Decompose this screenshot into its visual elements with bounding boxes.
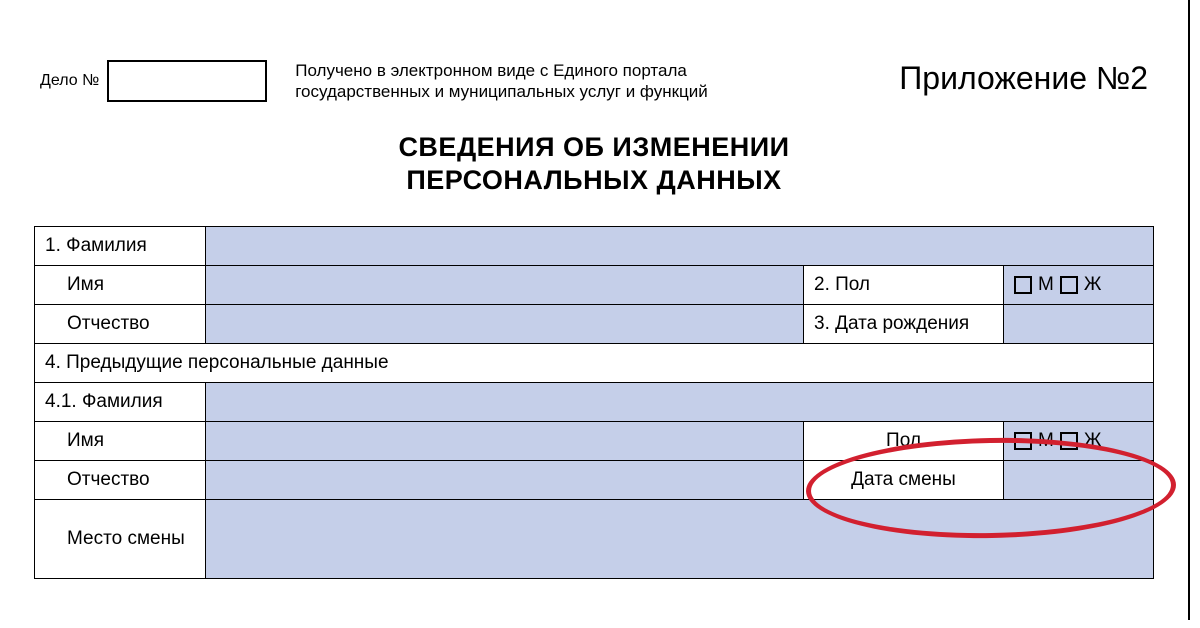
case-number-input[interactable] [107,60,267,102]
received-note: Получено в электронном виде с Единого по… [295,60,715,103]
field-change-date[interactable] [1003,461,1153,499]
prev-gender-f-label: Ж [1084,430,1102,452]
label-patronymic: Отчество [35,305,205,343]
label-previous-data: 4. Предыдущие персональные данные [35,344,1153,382]
form-table: 1. Фамилия Имя 2. Пол М Ж Отчество 3. Да… [34,226,1154,579]
row-surname: 1. Фамилия [35,227,1153,265]
header: Дело № Получено в электронном виде с Еди… [0,0,1188,103]
label-prev-patronymic: Отчество [35,461,205,499]
field-prev-surname[interactable] [205,383,1153,421]
title-line-2: ПЕРСОНАЛЬНЫХ ДАННЫХ [0,164,1188,198]
label-gender: 2. Пол [803,266,1003,304]
field-patronymic[interactable] [205,305,803,343]
row-prev-surname: 4.1. Фамилия [35,382,1153,421]
label-surname: 1. Фамилия [35,227,205,265]
case-number-group: Дело № [40,60,267,102]
document-page: Дело № Получено в электронном виде с Еди… [0,0,1190,620]
label-dob: 3. Дата рождения [803,305,1003,343]
case-number-label: Дело № [40,72,99,90]
row-previous-header: 4. Предыдущие персональные данные [35,343,1153,382]
label-change-date: Дата смены [803,461,1003,499]
prev-gender-m-label: М [1038,430,1054,452]
label-name: Имя [35,266,205,304]
field-prev-name[interactable] [205,422,803,460]
checkbox-prev-male[interactable] [1014,432,1032,450]
gender-f-label: Ж [1084,274,1102,296]
label-prev-surname: 4.1. Фамилия [35,383,205,421]
field-gender: М Ж [1003,266,1153,304]
row-prev-patronymic: Отчество Дата смены [35,460,1153,499]
field-prev-gender: М Ж [1003,422,1153,460]
field-surname[interactable] [205,227,1153,265]
gender-m-label: М [1038,274,1054,296]
field-name[interactable] [205,266,803,304]
document-title: СВЕДЕНИЯ ОБ ИЗМЕНЕНИИ ПЕРСОНАЛЬНЫХ ДАННЫ… [0,131,1188,199]
title-line-1: СВЕДЕНИЯ ОБ ИЗМЕНЕНИИ [0,131,1188,165]
field-change-place[interactable] [205,500,1153,578]
appendix-label: Приложение №2 [899,60,1148,97]
checkbox-female[interactable] [1060,276,1078,294]
row-change-place: Место смены [35,499,1153,578]
checkbox-male[interactable] [1014,276,1032,294]
label-prev-name: Имя [35,422,205,460]
field-prev-patronymic[interactable] [205,461,803,499]
checkbox-prev-female[interactable] [1060,432,1078,450]
label-prev-gender: Пол [803,422,1003,460]
row-name: Имя 2. Пол М Ж [35,265,1153,304]
row-prev-name: Имя Пол М Ж [35,421,1153,460]
label-change-place: Место смены [35,500,205,578]
row-patronymic: Отчество 3. Дата рождения [35,304,1153,343]
field-dob[interactable] [1003,305,1153,343]
